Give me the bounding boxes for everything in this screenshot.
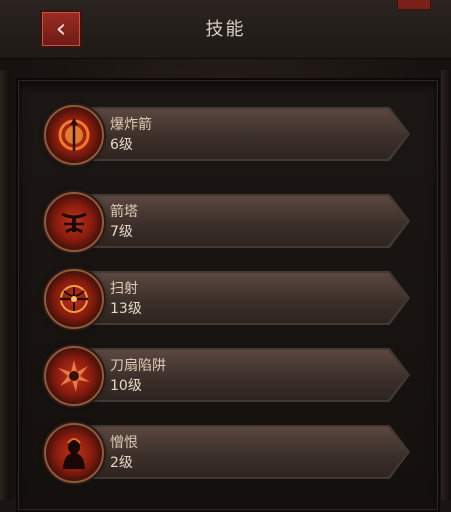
skill-item-strafe[interactable]: 扫射 13级 — [44, 269, 410, 329]
skill-name: 憎恨 — [110, 435, 138, 451]
arrow-tower-icon — [44, 192, 104, 252]
strafe-icon — [44, 269, 104, 329]
skill-item-hatred[interactable]: 憎恨 2级 — [44, 423, 410, 483]
top-bar: ‹ 技能 — [0, 0, 451, 59]
corner-decoration — [397, 0, 431, 10]
skill-item-blade-fan-trap[interactable]: 刀扇陷阱 10级 — [44, 346, 410, 406]
skill-level: 10级 — [110, 378, 142, 394]
skill-name: 扫射 — [110, 281, 138, 297]
skill-level: 7级 — [110, 224, 133, 240]
skill-item-explosive-arrow[interactable]: 爆炸箭 6级 — [44, 105, 410, 165]
right-frame — [441, 70, 451, 500]
skill-name: 爆炸箭 — [110, 117, 152, 133]
blade-fan-trap-icon — [44, 346, 104, 406]
page-title: 技能 — [205, 19, 246, 40]
skill-item-arrow-tower[interactable]: 箭塔 7级 — [44, 192, 410, 252]
hatred-icon — [44, 423, 104, 483]
left-frame — [0, 70, 10, 500]
skill-name: 箭塔 — [110, 204, 138, 220]
skill-level: 6级 — [110, 137, 133, 153]
explosive-arrow-icon — [44, 105, 104, 165]
skill-level: 2级 — [110, 455, 133, 471]
skill-name: 刀扇陷阱 — [110, 358, 166, 374]
skill-level: 13级 — [110, 301, 142, 317]
